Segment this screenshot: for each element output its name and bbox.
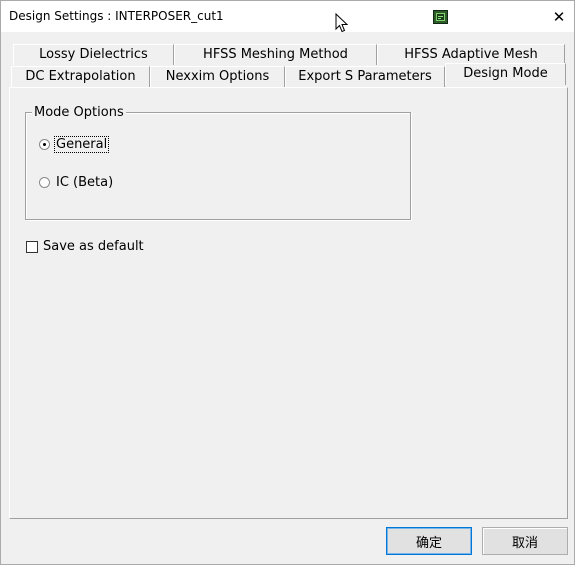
- tab-lossy-dielectrics[interactable]: Lossy Dielectrics: [13, 44, 174, 65]
- tab-design-mode[interactable]: Design Mode: [445, 63, 566, 85]
- tab-label: HFSS Adaptive Mesh: [404, 47, 538, 62]
- design-settings-dialog: Design Settings : INTERPOSER_cut1 ✕ Loss…: [0, 0, 575, 565]
- tab-label: HFSS Meshing Method: [203, 47, 348, 62]
- checkbox-label: Save as default: [43, 239, 144, 254]
- cancel-button[interactable]: 取消: [482, 527, 568, 555]
- radio-general[interactable]: General: [39, 136, 110, 153]
- tab-label: Lossy Dielectrics: [39, 47, 148, 62]
- tab-hfss-meshing-method[interactable]: HFSS Meshing Method: [174, 44, 377, 65]
- radio-label-ic-beta: IC (Beta): [56, 175, 114, 190]
- tab-export-s-parameters[interactable]: Export S Parameters: [285, 66, 445, 87]
- tab-hfss-adaptive-mesh[interactable]: HFSS Adaptive Mesh: [377, 44, 565, 65]
- radio-ic-beta[interactable]: IC (Beta): [39, 175, 113, 190]
- mouse-cursor-icon: [335, 13, 349, 33]
- app-icon: [433, 10, 448, 24]
- radio-button[interactable]: [39, 177, 50, 188]
- mode-options-group: [25, 112, 411, 220]
- tab-nexxim-options[interactable]: Nexxim Options: [150, 66, 285, 87]
- radio-label-general: General: [54, 136, 110, 153]
- checkbox-box[interactable]: [26, 240, 38, 253]
- close-icon: ✕: [552, 7, 566, 26]
- mode-options-title: Mode Options: [32, 105, 126, 120]
- tab-dc-extrapolation[interactable]: DC Extrapolation: [11, 66, 150, 87]
- tab-label: Design Mode: [463, 66, 548, 81]
- window-title: Design Settings : INTERPOSER_cut1: [9, 9, 224, 23]
- cancel-button-label: 取消: [511, 535, 538, 551]
- ok-button-label: 确定: [415, 535, 442, 551]
- title-bar: Design Settings : INTERPOSER_cut1 ✕: [1, 1, 574, 32]
- ok-button[interactable]: 确定: [386, 527, 472, 555]
- tab-strip: Lossy Dielectrics HFSS Meshing Method HF…: [1, 32, 574, 92]
- radio-button-checked[interactable]: [39, 139, 50, 150]
- save-as-default-checkbox[interactable]: Save as default: [26, 239, 144, 254]
- close-button[interactable]: ✕: [545, 3, 573, 30]
- tab-label: Export S Parameters: [298, 69, 432, 84]
- tab-label: Nexxim Options: [165, 69, 270, 84]
- tab-label: DC Extrapolation: [25, 69, 136, 84]
